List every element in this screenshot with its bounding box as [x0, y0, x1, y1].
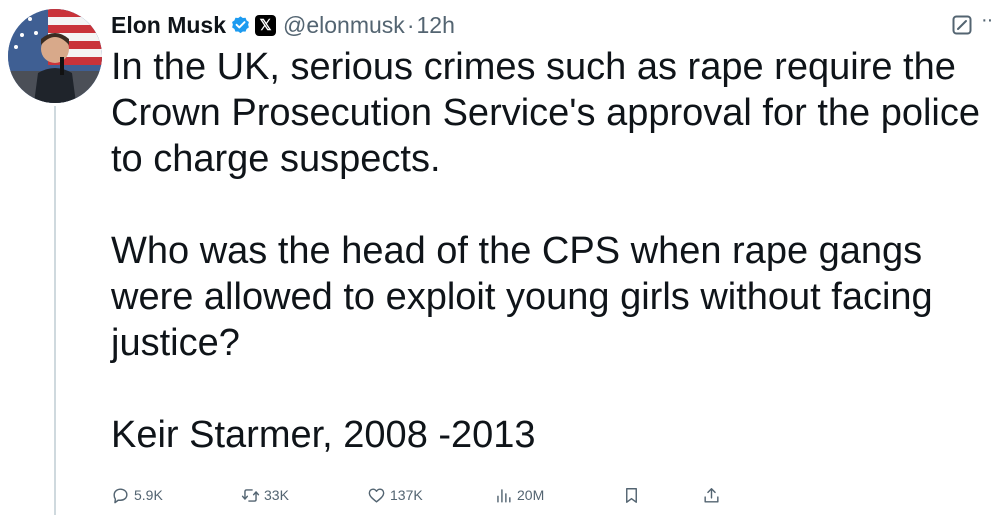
repost-icon	[241, 488, 260, 502]
avatar[interactable]	[8, 9, 102, 103]
like-count: 137K	[390, 487, 423, 503]
avatar-image	[8, 9, 102, 103]
tweet-timestamp[interactable]: 12h	[416, 12, 454, 39]
bookmark-icon	[626, 487, 637, 503]
like-button[interactable]: 137K	[367, 483, 423, 507]
reply-button[interactable]: 5.9K	[111, 483, 163, 507]
more-icon[interactable]: ··	[981, 9, 993, 32]
heart-icon	[368, 487, 385, 503]
repost-button[interactable]: 33K	[241, 483, 289, 507]
views-button[interactable]: 20M	[494, 483, 544, 507]
reply-icon	[113, 487, 128, 503]
author-display-name[interactable]: Elon Musk	[111, 12, 226, 39]
bookmark-button[interactable]	[622, 483, 645, 507]
verified-badge-icon[interactable]	[230, 15, 251, 36]
reply-count: 5.9K	[134, 487, 163, 503]
tweet-actions: 5.9K 33K 137K 20M	[111, 483, 731, 507]
header-separator: ·	[406, 11, 415, 38]
tweet-paragraph: In the UK, serious crimes such as rape r…	[111, 46, 991, 180]
share-icon	[704, 487, 719, 503]
tweet-paragraph: Keir Starmer, 2008 -2013	[111, 414, 536, 456]
tweet-paragraph: Who was the head of the CPS when rape ga…	[111, 230, 944, 364]
x-affiliate-badge-icon[interactable]: 𝕏	[255, 14, 277, 36]
author-handle[interactable]: @elonmusk	[283, 12, 405, 39]
share-button[interactable]	[702, 483, 725, 507]
repost-count: 33K	[264, 487, 289, 503]
views-icon	[497, 488, 511, 503]
grok-icon[interactable]	[952, 15, 972, 35]
thread-line	[54, 106, 56, 515]
view-count: 20M	[517, 487, 545, 503]
tweet-text: In the UK, serious crimes such as rape r…	[111, 44, 1000, 458]
tweet-header: Elon Musk 𝕏 @elonmusk · 12h	[111, 8, 455, 42]
